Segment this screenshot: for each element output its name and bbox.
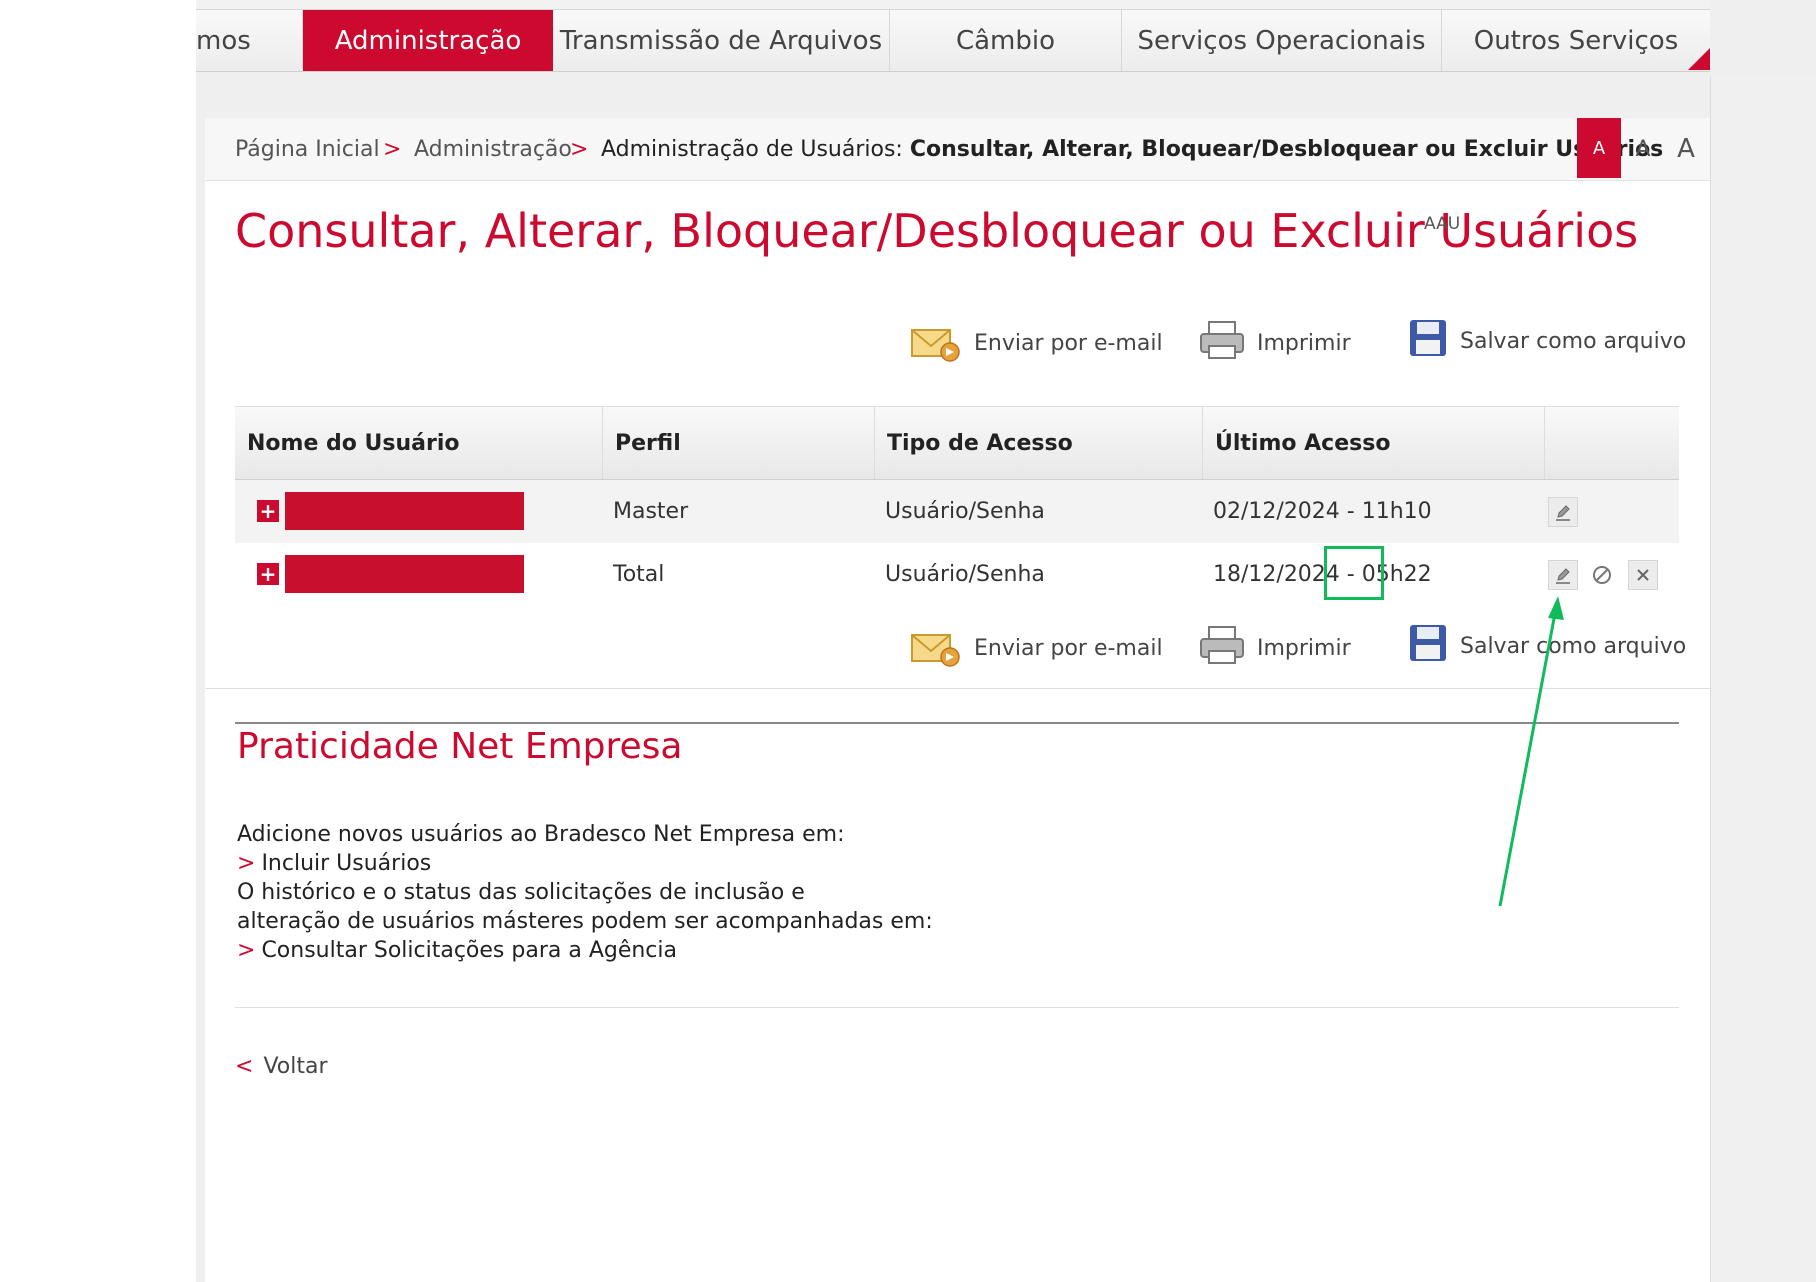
edit-user-button[interactable] xyxy=(1548,497,1578,527)
nav-item-administracao[interactable]: Administração xyxy=(303,10,553,71)
table-bottom-border xyxy=(235,722,1679,724)
top-navigation: mos Administração Transmissão de Arquivo… xyxy=(196,0,1710,72)
font-size-large-button[interactable]: A xyxy=(1664,118,1708,180)
redacted-user-name xyxy=(285,555,524,593)
page-code: AAU xyxy=(1424,214,1461,234)
email-icon xyxy=(910,318,962,368)
edit-user-button[interactable] xyxy=(1548,560,1578,590)
close-icon xyxy=(1637,569,1649,581)
header-actions xyxy=(1545,407,1679,479)
breadcrumb-current-page: Consultar, Alterar, Bloquear/Desbloquear… xyxy=(909,137,1664,162)
table-row: + Total Usuário/Senha 18/12/2024 - 05h22 xyxy=(235,543,1679,606)
printer-icon xyxy=(1199,318,1245,368)
row-access-type: Usuário/Senha xyxy=(885,562,1045,587)
block-user-button[interactable] xyxy=(1587,560,1617,590)
print-label: Imprimir xyxy=(1257,330,1351,356)
redacted-user-name xyxy=(285,492,524,530)
chevron-right-icon: > xyxy=(237,851,256,876)
table-header: Nome do Usuário Perfil Tipo de Acesso Úl… xyxy=(235,406,1679,480)
breadcrumb-home[interactable]: Página Inicial xyxy=(235,137,380,162)
scroll-area xyxy=(1710,76,1816,1282)
actions-top: Enviar por e-mail Imprimir Salvar como a… xyxy=(205,318,1710,368)
font-size-small-button[interactable]: A xyxy=(1577,118,1621,178)
info-text-line: Adicione novos usuários ao Bradesco Net … xyxy=(237,822,845,847)
expand-row-icon[interactable]: + xyxy=(257,500,279,522)
header-access-type: Tipo de Acesso xyxy=(875,407,1203,479)
header-profile: Perfil xyxy=(603,407,875,479)
info-text-line: O histórico e o status das solicitações … xyxy=(237,880,805,905)
section-divider xyxy=(205,688,1710,689)
email-icon xyxy=(910,623,962,673)
send-email-button-bottom[interactable]: Enviar por e-mail xyxy=(910,623,1163,673)
delete-user-button[interactable] xyxy=(1628,560,1658,590)
link-incluir-usuarios[interactable]: > Incluir Usuários xyxy=(237,851,431,876)
row-access-type: Usuário/Senha xyxy=(885,499,1045,524)
send-email-label: Enviar por e-mail xyxy=(974,330,1163,356)
save-disk-icon xyxy=(1408,623,1448,669)
save-file-label: Salvar como arquivo xyxy=(1460,633,1687,659)
row-profile: Total xyxy=(613,562,665,587)
font-size-medium-button[interactable]: A xyxy=(1621,118,1665,180)
header-last-access: Último Acesso xyxy=(1203,407,1545,479)
nav-item-produtos[interactable]: mos xyxy=(196,10,303,71)
row-last-access: 02/12/2024 - 11h10 xyxy=(1213,499,1432,524)
row-last-access: 18/12/2024 - 05h22 xyxy=(1213,562,1432,587)
expand-row-icon[interactable]: + xyxy=(257,563,279,585)
breadcrumb-current: Administração de Usuários: Consultar, Al… xyxy=(601,137,1663,162)
print-button[interactable]: Imprimir xyxy=(1199,318,1351,368)
nav-item-cambio[interactable]: Câmbio xyxy=(890,10,1122,71)
breadcrumb-current-prefix: Administração de Usuários: xyxy=(601,137,903,162)
link-consultar-solicitacoes[interactable]: > Consultar Solicitações para a Agência xyxy=(237,938,677,963)
breadcrumb-separator-icon: > xyxy=(383,137,402,162)
nav-item-outros-servicos[interactable]: Outros Serviços xyxy=(1442,10,1710,71)
chevron-right-icon: > xyxy=(237,938,256,963)
breadcrumb-separator-icon: > xyxy=(570,137,589,162)
pencil-icon xyxy=(1556,568,1570,584)
printer-icon xyxy=(1199,623,1245,673)
row-profile: Master xyxy=(613,499,689,524)
back-link[interactable]: < Voltar xyxy=(235,1054,328,1079)
info-section-title: Praticidade Net Empresa xyxy=(237,726,683,767)
back-label: Voltar xyxy=(263,1054,328,1079)
breadcrumb-administracao[interactable]: Administração xyxy=(414,137,572,162)
print-button-bottom[interactable]: Imprimir xyxy=(1199,623,1351,673)
link-incluir-usuarios-label: Incluir Usuários xyxy=(261,851,432,876)
print-label: Imprimir xyxy=(1257,635,1351,661)
info-text-line: alteração de usuários másteres podem ser… xyxy=(237,909,933,934)
section-divider xyxy=(235,1007,1679,1008)
actions-bottom: Enviar por e-mail Imprimir Salvar como a… xyxy=(205,623,1710,673)
pencil-icon xyxy=(1556,505,1570,521)
nav-item-transmissao-de-arquivos[interactable]: Transmissão de Arquivos xyxy=(553,10,890,71)
highlight-box xyxy=(1324,546,1384,600)
send-email-label: Enviar por e-mail xyxy=(974,635,1163,661)
header-user-name: Nome do Usuário xyxy=(235,407,603,479)
nav-corner-decoration xyxy=(1688,48,1710,70)
link-consultar-solicitacoes-label: Consultar Solicitações para a Agência xyxy=(261,938,677,963)
nav-item-servicos-operacionais[interactable]: Serviços Operacionais xyxy=(1122,10,1442,71)
breadcrumb: Página Inicial > Administração > Adminis… xyxy=(205,118,1710,181)
chevron-left-icon: < xyxy=(235,1054,254,1079)
send-email-button[interactable]: Enviar por e-mail xyxy=(910,318,1163,368)
save-file-label: Salvar como arquivo xyxy=(1460,328,1687,354)
left-blank-area xyxy=(0,0,196,1282)
save-disk-icon xyxy=(1408,318,1448,364)
block-icon xyxy=(1593,566,1611,584)
save-file-button-bottom[interactable]: Salvar como arquivo xyxy=(1408,623,1686,669)
content-panel: Página Inicial > Administração > Adminis… xyxy=(205,118,1710,1282)
save-file-button[interactable]: Salvar como arquivo xyxy=(1408,318,1686,364)
table-row: + Master Usuário/Senha 02/12/2024 - 11h1… xyxy=(235,480,1679,543)
